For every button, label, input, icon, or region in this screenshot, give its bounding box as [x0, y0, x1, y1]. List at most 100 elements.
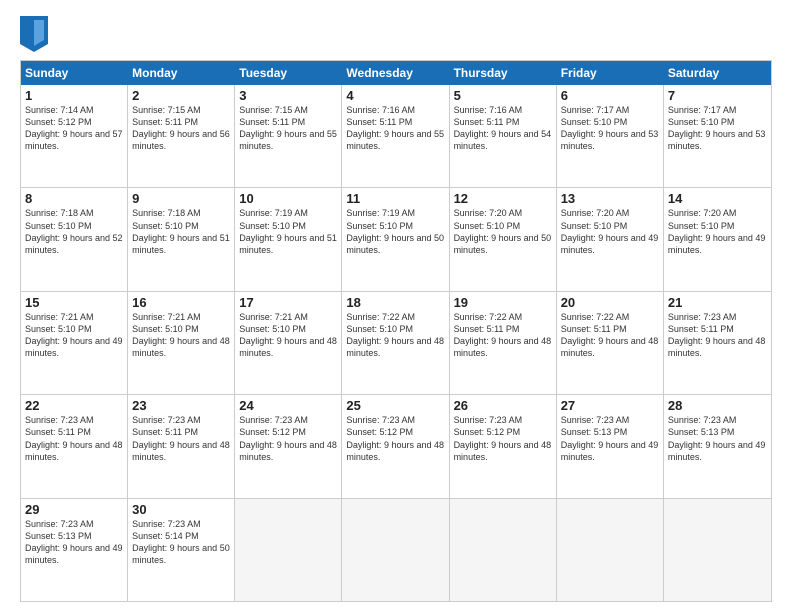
cal-cell: 6Sunrise: 7:17 AMSunset: 5:10 PMDaylight… [557, 85, 664, 187]
day-info: Sunrise: 7:16 AMSunset: 5:11 PMDaylight:… [346, 104, 444, 153]
cal-row-2: 8Sunrise: 7:18 AMSunset: 5:10 PMDaylight… [21, 187, 771, 290]
day-number: 19 [454, 295, 552, 310]
header [20, 16, 772, 52]
cal-cell: 13Sunrise: 7:20 AMSunset: 5:10 PMDayligh… [557, 188, 664, 290]
cal-cell: 10Sunrise: 7:19 AMSunset: 5:10 PMDayligh… [235, 188, 342, 290]
day-info: Sunrise: 7:22 AMSunset: 5:11 PMDaylight:… [454, 311, 552, 360]
cal-cell: 7Sunrise: 7:17 AMSunset: 5:10 PMDaylight… [664, 85, 771, 187]
day-number: 15 [25, 295, 123, 310]
cal-cell: 18Sunrise: 7:22 AMSunset: 5:10 PMDayligh… [342, 292, 449, 394]
day-info: Sunrise: 7:21 AMSunset: 5:10 PMDaylight:… [132, 311, 230, 360]
day-info: Sunrise: 7:14 AMSunset: 5:12 PMDaylight:… [25, 104, 123, 153]
day-number: 1 [25, 88, 123, 103]
day-number: 28 [668, 398, 767, 413]
cal-cell: 17Sunrise: 7:21 AMSunset: 5:10 PMDayligh… [235, 292, 342, 394]
day-info: Sunrise: 7:23 AMSunset: 5:13 PMDaylight:… [25, 518, 123, 567]
day-number: 16 [132, 295, 230, 310]
cal-row-1: 1Sunrise: 7:14 AMSunset: 5:12 PMDaylight… [21, 85, 771, 187]
day-info: Sunrise: 7:19 AMSunset: 5:10 PMDaylight:… [239, 207, 337, 256]
day-info: Sunrise: 7:16 AMSunset: 5:11 PMDaylight:… [454, 104, 552, 153]
cal-cell: 26Sunrise: 7:23 AMSunset: 5:12 PMDayligh… [450, 395, 557, 497]
day-number: 9 [132, 191, 230, 206]
day-number: 12 [454, 191, 552, 206]
day-info: Sunrise: 7:21 AMSunset: 5:10 PMDaylight:… [239, 311, 337, 360]
day-number: 21 [668, 295, 767, 310]
day-info: Sunrise: 7:23 AMSunset: 5:11 PMDaylight:… [25, 414, 123, 463]
day-number: 11 [346, 191, 444, 206]
day-info: Sunrise: 7:21 AMSunset: 5:10 PMDaylight:… [25, 311, 123, 360]
cal-cell: 11Sunrise: 7:19 AMSunset: 5:10 PMDayligh… [342, 188, 449, 290]
day-info: Sunrise: 7:23 AMSunset: 5:11 PMDaylight:… [668, 311, 767, 360]
cal-cell: 19Sunrise: 7:22 AMSunset: 5:11 PMDayligh… [450, 292, 557, 394]
day-info: Sunrise: 7:20 AMSunset: 5:10 PMDaylight:… [454, 207, 552, 256]
header-day-tuesday: Tuesday [235, 61, 342, 85]
cal-cell: 24Sunrise: 7:23 AMSunset: 5:12 PMDayligh… [235, 395, 342, 497]
cal-cell [557, 499, 664, 601]
day-number: 29 [25, 502, 123, 517]
day-number: 8 [25, 191, 123, 206]
day-number: 2 [132, 88, 230, 103]
cal-row-4: 22Sunrise: 7:23 AMSunset: 5:11 PMDayligh… [21, 394, 771, 497]
day-info: Sunrise: 7:18 AMSunset: 5:10 PMDaylight:… [25, 207, 123, 256]
cal-cell: 22Sunrise: 7:23 AMSunset: 5:11 PMDayligh… [21, 395, 128, 497]
day-info: Sunrise: 7:15 AMSunset: 5:11 PMDaylight:… [132, 104, 230, 153]
cal-cell: 29Sunrise: 7:23 AMSunset: 5:13 PMDayligh… [21, 499, 128, 601]
day-info: Sunrise: 7:15 AMSunset: 5:11 PMDaylight:… [239, 104, 337, 153]
day-number: 23 [132, 398, 230, 413]
day-number: 26 [454, 398, 552, 413]
cal-cell: 12Sunrise: 7:20 AMSunset: 5:10 PMDayligh… [450, 188, 557, 290]
day-number: 4 [346, 88, 444, 103]
day-number: 22 [25, 398, 123, 413]
header-day-wednesday: Wednesday [342, 61, 449, 85]
day-info: Sunrise: 7:23 AMSunset: 5:12 PMDaylight:… [239, 414, 337, 463]
day-info: Sunrise: 7:20 AMSunset: 5:10 PMDaylight:… [561, 207, 659, 256]
cal-cell: 27Sunrise: 7:23 AMSunset: 5:13 PMDayligh… [557, 395, 664, 497]
day-number: 17 [239, 295, 337, 310]
day-number: 30 [132, 502, 230, 517]
day-info: Sunrise: 7:17 AMSunset: 5:10 PMDaylight:… [668, 104, 767, 153]
cal-cell: 23Sunrise: 7:23 AMSunset: 5:11 PMDayligh… [128, 395, 235, 497]
cal-cell: 1Sunrise: 7:14 AMSunset: 5:12 PMDaylight… [21, 85, 128, 187]
header-day-friday: Friday [557, 61, 664, 85]
day-info: Sunrise: 7:23 AMSunset: 5:12 PMDaylight:… [346, 414, 444, 463]
cal-cell: 30Sunrise: 7:23 AMSunset: 5:14 PMDayligh… [128, 499, 235, 601]
day-info: Sunrise: 7:23 AMSunset: 5:13 PMDaylight:… [668, 414, 767, 463]
day-number: 10 [239, 191, 337, 206]
cal-row-5: 29Sunrise: 7:23 AMSunset: 5:13 PMDayligh… [21, 498, 771, 601]
day-number: 14 [668, 191, 767, 206]
cal-cell: 8Sunrise: 7:18 AMSunset: 5:10 PMDaylight… [21, 188, 128, 290]
day-info: Sunrise: 7:23 AMSunset: 5:13 PMDaylight:… [561, 414, 659, 463]
day-info: Sunrise: 7:23 AMSunset: 5:12 PMDaylight:… [454, 414, 552, 463]
cal-cell: 25Sunrise: 7:23 AMSunset: 5:12 PMDayligh… [342, 395, 449, 497]
day-info: Sunrise: 7:22 AMSunset: 5:11 PMDaylight:… [561, 311, 659, 360]
day-number: 7 [668, 88, 767, 103]
day-number: 25 [346, 398, 444, 413]
day-info: Sunrise: 7:18 AMSunset: 5:10 PMDaylight:… [132, 207, 230, 256]
day-number: 3 [239, 88, 337, 103]
day-info: Sunrise: 7:19 AMSunset: 5:10 PMDaylight:… [346, 207, 444, 256]
day-number: 18 [346, 295, 444, 310]
day-info: Sunrise: 7:22 AMSunset: 5:10 PMDaylight:… [346, 311, 444, 360]
logo-icon [20, 16, 48, 52]
header-day-thursday: Thursday [450, 61, 557, 85]
cal-row-3: 15Sunrise: 7:21 AMSunset: 5:10 PMDayligh… [21, 291, 771, 394]
cal-cell [235, 499, 342, 601]
header-day-saturday: Saturday [664, 61, 771, 85]
day-number: 24 [239, 398, 337, 413]
cal-cell: 16Sunrise: 7:21 AMSunset: 5:10 PMDayligh… [128, 292, 235, 394]
day-info: Sunrise: 7:23 AMSunset: 5:14 PMDaylight:… [132, 518, 230, 567]
day-number: 5 [454, 88, 552, 103]
calendar-body: 1Sunrise: 7:14 AMSunset: 5:12 PMDaylight… [21, 85, 771, 601]
day-info: Sunrise: 7:17 AMSunset: 5:10 PMDaylight:… [561, 104, 659, 153]
day-number: 13 [561, 191, 659, 206]
calendar: SundayMondayTuesdayWednesdayThursdayFrid… [20, 60, 772, 602]
page: SundayMondayTuesdayWednesdayThursdayFrid… [0, 0, 792, 612]
header-day-sunday: Sunday [21, 61, 128, 85]
cal-cell: 3Sunrise: 7:15 AMSunset: 5:11 PMDaylight… [235, 85, 342, 187]
calendar-header: SundayMondayTuesdayWednesdayThursdayFrid… [21, 61, 771, 85]
logo [20, 16, 52, 52]
day-info: Sunrise: 7:23 AMSunset: 5:11 PMDaylight:… [132, 414, 230, 463]
day-number: 20 [561, 295, 659, 310]
cal-cell [664, 499, 771, 601]
cal-cell: 2Sunrise: 7:15 AMSunset: 5:11 PMDaylight… [128, 85, 235, 187]
